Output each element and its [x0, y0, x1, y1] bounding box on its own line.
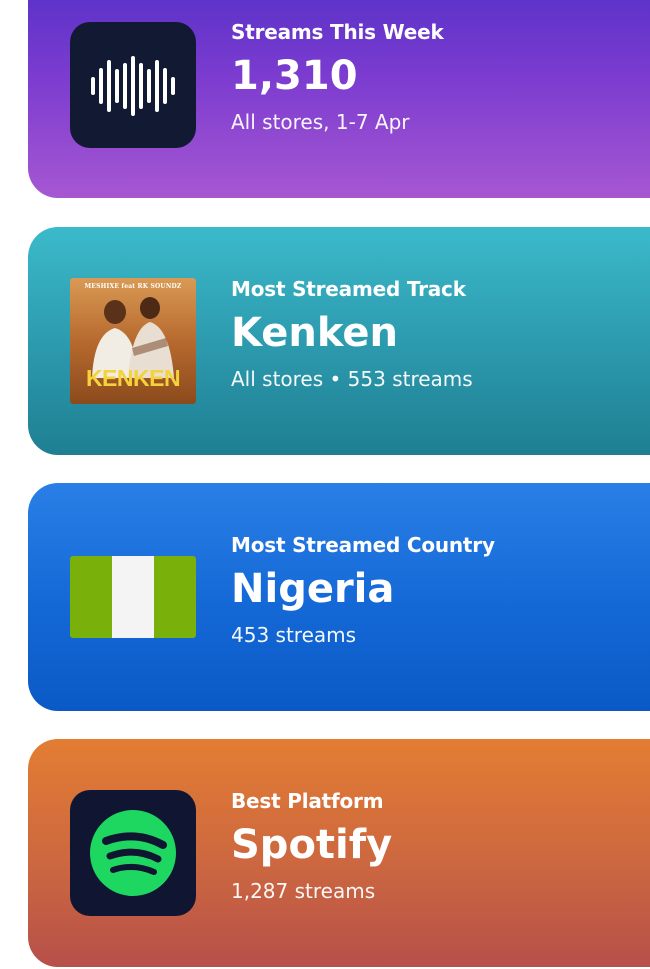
cover-header-text: MESHIXE feat RK SOUNDZ: [84, 283, 182, 290]
streams-this-week-card[interactable]: Streams This Week 1,310 All stores, 1-7 …: [28, 0, 650, 198]
streams-count: 1,310: [231, 53, 358, 99]
platform-name: Spotify: [231, 822, 393, 868]
stats-page: Streams This Week 1,310 All stores, 1-7 …: [0, 0, 650, 969]
track-name: Kenken: [231, 310, 399, 356]
most-streamed-track-card[interactable]: MESHIXE feat RK SOUNDZ KENKEN Most Strea…: [28, 227, 650, 455]
card-label: Best Platform: [231, 789, 384, 813]
nigeria-flag-icon: [70, 556, 196, 638]
album-cover-image: MESHIXE feat RK SOUNDZ KENKEN: [70, 278, 196, 404]
card-label: Most Streamed Country: [231, 533, 495, 557]
card-label: Most Streamed Track: [231, 277, 466, 301]
track-card-text: Most Streamed Track Kenken All stores • …: [231, 277, 473, 391]
platform-card-text: Best Platform Spotify 1,287 streams: [231, 789, 392, 903]
card-label: Streams This Week: [231, 20, 444, 44]
card-subtitle: All stores • 553 streams: [231, 367, 473, 391]
card-subtitle: 453 streams: [231, 623, 357, 647]
streams-card-text: Streams This Week 1,310 All stores, 1-7 …: [231, 20, 444, 134]
best-platform-card[interactable]: Best Platform Spotify 1,287 streams: [28, 739, 650, 967]
waveform-icon: [70, 22, 196, 148]
cover-title-text: KENKEN: [85, 365, 181, 391]
spotify-icon: [70, 790, 196, 916]
country-name: Nigeria: [231, 566, 395, 612]
card-subtitle: 1,287 streams: [231, 879, 376, 903]
country-card-text: Most Streamed Country Nigeria 453 stream…: [231, 533, 495, 647]
most-streamed-country-card[interactable]: Most Streamed Country Nigeria 453 stream…: [28, 483, 650, 711]
card-subtitle: All stores, 1-7 Apr: [231, 110, 410, 134]
